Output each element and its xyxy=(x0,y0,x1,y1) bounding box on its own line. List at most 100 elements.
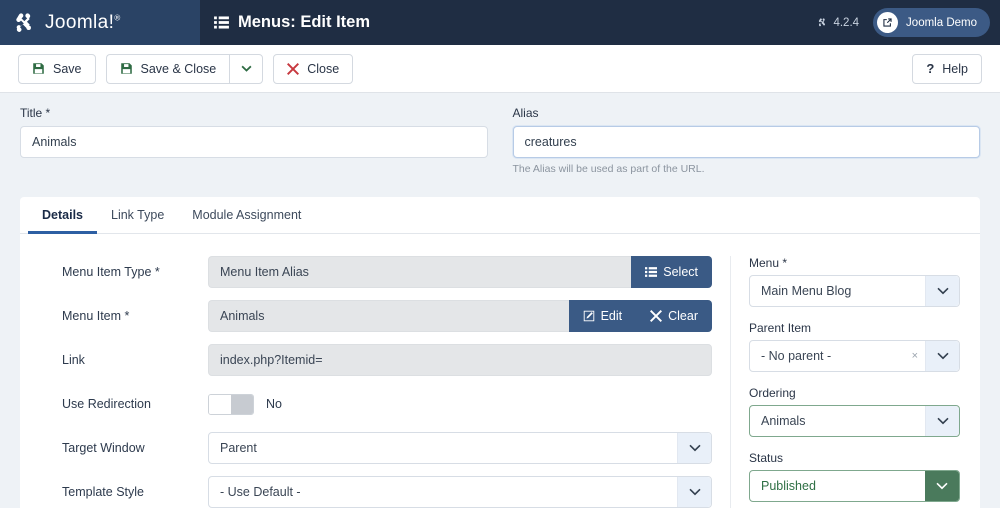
joomla-small-icon xyxy=(819,18,826,27)
menu-item-type-label: Menu Item Type * xyxy=(62,265,160,279)
menu-item-label: Menu Item * xyxy=(62,309,130,323)
clear-icon[interactable]: × xyxy=(905,350,925,362)
title-field-group: Title * xyxy=(20,106,488,175)
select-button-label: Select xyxy=(663,265,698,279)
version-indicator: 4.2.4 xyxy=(817,17,859,29)
close-button[interactable]: Close xyxy=(273,53,354,84)
joomla-demo-label: Joomla Demo xyxy=(906,16,977,29)
link-value: index.php?Itemid= xyxy=(208,344,712,376)
parent-item-field-group: Parent Item - No parent - × xyxy=(749,321,960,372)
close-label: Close xyxy=(307,61,340,76)
chevron-down-icon xyxy=(925,276,959,306)
alias-field-group: Alias The Alias will be used as part of … xyxy=(512,106,980,175)
parent-item-value: - No parent - xyxy=(761,349,832,363)
tab-link-type[interactable]: Link Type xyxy=(97,197,178,234)
title-alias-row: Title * Alias The Alias will be used as … xyxy=(0,93,1000,175)
joomla-logo[interactable]: Joomla!® xyxy=(0,0,200,45)
template-style-label: Template Style xyxy=(62,485,144,499)
use-redirection-value: No xyxy=(266,397,282,411)
app-header: Joomla!® Menus: Edit Item 4.2.4 Joomla D… xyxy=(0,0,1000,45)
page-title-text: Menus: Edit Item xyxy=(238,13,371,31)
status-select[interactable]: Published xyxy=(749,470,960,502)
help-button[interactable]: ? Help xyxy=(912,53,982,84)
chevron-down-icon xyxy=(925,406,959,436)
edit-menu-item-button[interactable]: Edit xyxy=(568,300,637,332)
menu-label: Menu * xyxy=(749,256,788,270)
menu-item-value: Animals xyxy=(208,300,569,332)
save-button[interactable]: Save xyxy=(18,53,96,84)
joomla-brand-icon xyxy=(16,12,31,32)
question-mark-icon: ? xyxy=(926,61,935,76)
tab-details[interactable]: Details xyxy=(28,197,97,234)
save-and-close-label: Save & Close xyxy=(140,61,217,76)
use-redirection-row: Use Redirection No xyxy=(40,388,712,420)
alias-help-text: The Alias will be used as part of the UR… xyxy=(512,163,705,175)
menu-field-group: Menu * Main Menu Blog xyxy=(749,256,960,307)
link-row: Link index.php?Itemid= xyxy=(40,344,712,376)
tab-module-assignment[interactable]: Module Assignment xyxy=(178,197,315,234)
save-label: Save xyxy=(53,61,82,76)
save-and-close-button[interactable]: Save & Close xyxy=(105,53,230,84)
menu-value: Main Menu Blog xyxy=(761,284,852,298)
edit-item-panel: Details Link Type Module Assignment Menu… xyxy=(20,197,980,508)
menu-item-row: Menu Item * Animals Edit Clear xyxy=(40,300,712,332)
menu-item-type-row: Menu Item Type * Menu Item Alias Select xyxy=(40,256,712,288)
edit-button-label: Edit xyxy=(600,309,623,323)
template-style-select[interactable]: - Use Default - xyxy=(208,476,712,508)
title-label: Title * xyxy=(20,106,51,120)
chevron-down-icon xyxy=(241,65,252,72)
details-form-column: Menu Item Type * Menu Item Alias Select xyxy=(40,256,712,508)
header-right-zone: 4.2.4 Joomla Demo xyxy=(817,8,1000,37)
alias-input[interactable] xyxy=(512,126,980,158)
link-label: Link xyxy=(62,353,85,367)
target-window-label: Target Window xyxy=(62,441,145,455)
panel-body: Menu Item Type * Menu Item Alias Select xyxy=(20,234,980,508)
chevron-down-icon xyxy=(925,341,959,371)
ordering-field-group: Ordering Animals xyxy=(749,386,960,437)
use-redirection-label: Use Redirection xyxy=(62,397,151,411)
template-style-row: Template Style - Use Default - xyxy=(40,476,712,508)
editor-toolbar: Save Save & Close Close ? Help xyxy=(0,45,1000,93)
use-redirection-toggle[interactable] xyxy=(208,393,254,415)
ordering-value: Animals xyxy=(761,414,806,428)
save-close-group: Save & Close xyxy=(105,53,264,84)
save-icon xyxy=(120,63,132,74)
menu-list-icon xyxy=(214,16,229,29)
brand-name: Joomla!® xyxy=(45,11,121,33)
chevron-down-icon xyxy=(677,477,711,507)
page-title: Menus: Edit Item xyxy=(214,13,370,32)
help-label: Help xyxy=(942,61,968,76)
chevron-down-icon xyxy=(677,433,711,463)
ordering-select[interactable]: Animals xyxy=(749,405,960,437)
version-number: 4.2.4 xyxy=(833,16,860,29)
toggle-track xyxy=(231,394,253,414)
chevron-down-icon xyxy=(925,471,959,501)
parent-item-label: Parent Item xyxy=(749,321,812,335)
brand-trademark: ® xyxy=(114,13,121,23)
toggle-knob xyxy=(209,394,231,414)
parent-item-select[interactable]: - No parent - × xyxy=(749,340,960,372)
save-icon xyxy=(33,63,44,74)
status-field-group: Status Published xyxy=(749,451,960,502)
joomla-demo-button[interactable]: Joomla Demo xyxy=(873,8,990,37)
ordering-label: Ordering xyxy=(749,386,796,400)
external-link-icon xyxy=(877,12,899,33)
menu-select[interactable]: Main Menu Blog xyxy=(749,275,960,307)
menu-item-type-value: Menu Item Alias xyxy=(208,256,632,288)
template-style-value: - Use Default - xyxy=(220,485,301,499)
clear-menu-item-button[interactable]: Clear xyxy=(636,300,712,332)
target-window-select[interactable]: Parent xyxy=(208,432,712,464)
status-value: Published xyxy=(761,479,816,493)
panel-tabs: Details Link Type Module Assignment xyxy=(20,197,980,234)
save-dropdown-toggle[interactable] xyxy=(229,53,264,84)
close-icon xyxy=(287,62,300,75)
target-window-row: Target Window Parent xyxy=(40,432,712,464)
clear-button-label: Clear xyxy=(668,309,698,323)
target-window-value: Parent xyxy=(220,441,257,455)
select-menu-item-type-button[interactable]: Select xyxy=(631,256,712,288)
title-input[interactable] xyxy=(20,126,488,158)
alias-label: Alias xyxy=(512,106,539,120)
pencil-edit-icon xyxy=(583,310,594,322)
details-sidebar-column: Menu * Main Menu Blog Parent Item - No p… xyxy=(730,256,960,508)
list-icon xyxy=(645,267,658,277)
